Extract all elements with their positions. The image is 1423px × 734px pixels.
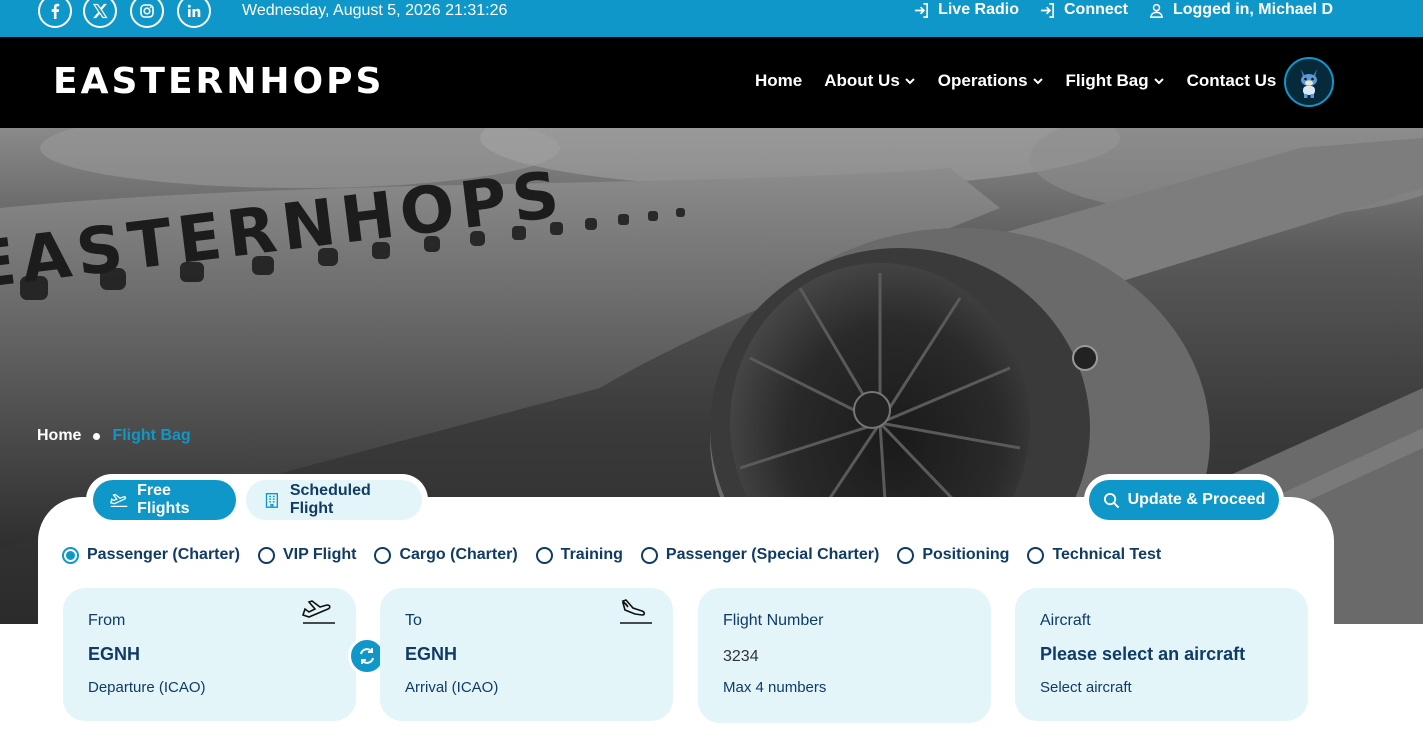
instagram-icon[interactable] xyxy=(130,0,164,28)
sign-in-icon xyxy=(1040,2,1055,18)
nav-about[interactable]: About Us xyxy=(824,71,916,91)
linkedin-icon[interactable] xyxy=(177,0,211,28)
connect-label: Connect xyxy=(1063,1,1128,18)
nav-flight-bag-label: Flight Bag xyxy=(1065,71,1149,90)
radio-passenger-charter[interactable]: Passenger (Charter) xyxy=(62,546,240,564)
site-logo[interactable]: EASTERNHOPS xyxy=(53,61,384,102)
landing-icon xyxy=(620,599,652,624)
swap-icon xyxy=(360,648,374,664)
to-value[interactable]: EGNH xyxy=(405,644,457,665)
radio-passenger-special-charter[interactable]: Passenger (Special Charter) xyxy=(640,546,880,564)
aircraft-label: Aircraft xyxy=(1040,612,1091,629)
radio-circle xyxy=(374,546,392,564)
chevron-down-icon xyxy=(1032,78,1043,85)
search-icon xyxy=(1103,492,1119,508)
nav-about-label: About Us xyxy=(824,71,900,90)
nav-contact[interactable]: Contact Us xyxy=(1187,71,1277,91)
live-radio-link[interactable]: Live Radio xyxy=(913,1,1019,19)
flight-number-input[interactable]: 3234 xyxy=(723,648,759,666)
aircraft-field[interactable]: Aircraft Please select an aircraft Selec… xyxy=(1015,588,1308,721)
radio-vip-flight[interactable]: VIP Flight xyxy=(257,546,357,564)
flight-number-hint: Max 4 numbers xyxy=(723,679,827,696)
from-field[interactable]: From EGNH Departure (ICAO) xyxy=(63,588,356,721)
radio-circle xyxy=(535,546,553,564)
chevron-down-icon xyxy=(905,78,915,85)
facebook-icon[interactable] xyxy=(38,0,72,28)
user-label: Logged in, Michael D xyxy=(1172,1,1333,18)
aircraft-select[interactable]: Please select an aircraft xyxy=(1040,644,1245,665)
user-account-link[interactable]: Logged in, Michael D xyxy=(1148,1,1333,19)
radio-label: Cargo (Charter) xyxy=(399,546,518,563)
radio-label: Positioning xyxy=(922,546,1010,563)
to-hint: Arrival (ICAO) xyxy=(405,679,499,696)
radio-technical-test[interactable]: Technical Test xyxy=(1027,546,1161,564)
connect-link[interactable]: Connect xyxy=(1039,1,1128,19)
breadcrumb: Home Flight Bag xyxy=(37,427,191,445)
avatar[interactable] xyxy=(1284,57,1334,107)
flight-number-field[interactable]: Flight Number 3234 Max 4 numbers xyxy=(698,588,991,723)
from-value[interactable]: EGNH xyxy=(88,644,140,665)
radio-label: Training xyxy=(560,546,623,563)
tab-free-flights[interactable]: Free Flights xyxy=(93,480,236,520)
current-datetime: Wednesday, August 5, 2026 21:31:26 xyxy=(242,2,508,19)
nav-operations-label: Operations xyxy=(937,71,1028,90)
nav-flight-bag[interactable]: Flight Bag xyxy=(1066,71,1165,91)
tab-scheduled-flight[interactable]: Scheduled Flight xyxy=(246,480,422,520)
radio-cargo-charter[interactable]: Cargo (Charter) xyxy=(374,546,518,564)
breadcrumb-current: Flight Bag xyxy=(112,427,191,444)
radio-circle xyxy=(897,546,915,564)
radio-positioning[interactable]: Positioning xyxy=(897,546,1009,564)
to-label: To xyxy=(405,612,422,629)
sign-in-icon xyxy=(914,2,929,18)
nav-operations[interactable]: Operations xyxy=(938,71,1044,91)
to-field[interactable]: To EGNH Arrival (ICAO) xyxy=(380,588,673,721)
chevron-down-icon xyxy=(1153,78,1164,85)
main-navbar: EASTERNHOPS Home About Us Operations Fli… xyxy=(0,37,1423,128)
tab-scheduled-flight-label: Scheduled Flight xyxy=(289,482,371,517)
live-radio-label: Live Radio xyxy=(938,1,1019,18)
radio-circle xyxy=(640,546,658,564)
flight-number-label: Flight Number xyxy=(723,612,824,629)
cartoon-dog-avatar-icon xyxy=(1301,69,1317,98)
radio-label: Passenger (Charter) xyxy=(87,546,240,563)
building-icon xyxy=(265,493,278,508)
radio-circle xyxy=(1027,546,1045,564)
radio-training[interactable]: Training xyxy=(535,546,623,564)
flight-type-radio-group: Passenger (Charter) VIP Flight Cargo (Ch… xyxy=(62,546,1161,564)
nav-contact-label: Contact Us xyxy=(1186,71,1277,90)
from-label: From xyxy=(88,612,126,629)
breadcrumb-home[interactable]: Home xyxy=(37,427,81,445)
takeoff-icon xyxy=(110,493,128,508)
radio-circle xyxy=(257,546,275,564)
update-proceed-button[interactable]: Update & Proceed xyxy=(1089,480,1279,520)
takeoff-icon xyxy=(301,600,335,624)
nav-home-label: Home xyxy=(755,71,803,90)
radio-circle xyxy=(62,546,79,564)
breadcrumb-separator xyxy=(93,432,101,440)
radio-label: Technical Test xyxy=(1052,546,1162,563)
user-icon xyxy=(1149,3,1164,18)
nav-home[interactable]: Home xyxy=(755,71,802,91)
aircraft-hint: Select aircraft xyxy=(1040,679,1132,696)
radio-label: VIP Flight xyxy=(282,546,357,563)
x-twitter-icon[interactable] xyxy=(83,0,117,28)
update-proceed-label: Update & Proceed xyxy=(1127,491,1266,508)
tab-free-flights-label: Free Flights xyxy=(137,482,190,517)
from-hint: Departure (ICAO) xyxy=(88,679,206,696)
radio-label: Passenger (Special Charter) xyxy=(665,546,880,563)
top-bar: Wednesday, August 5, 2026 21:31:26 Live … xyxy=(0,0,1423,37)
